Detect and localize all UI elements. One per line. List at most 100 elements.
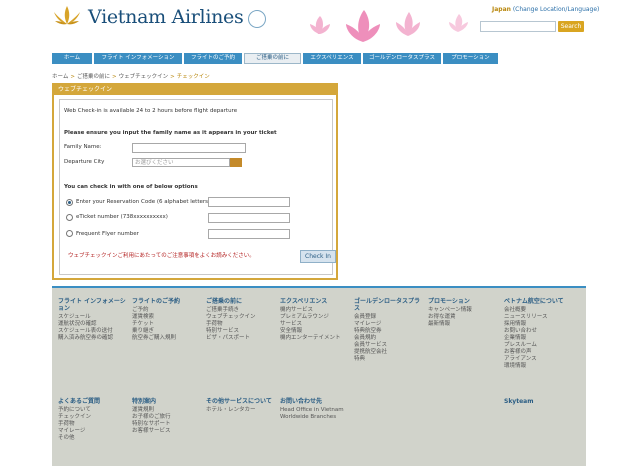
footer-link[interactable]: お客様の声 [504, 349, 574, 356]
reservation-code-input[interactable] [208, 197, 290, 207]
breadcrumb-link[interactable]: ウェブチェックイン [119, 74, 169, 80]
search-input[interactable] [480, 21, 556, 32]
footer-link[interactable]: 機内エンターテイメント [280, 335, 350, 342]
skyteam-badge-icon [248, 10, 266, 28]
footer-link[interactable]: ご搭乗手続き [206, 307, 276, 314]
footer-link[interactable]: Worldwide Branches [280, 414, 350, 421]
notice-link[interactable]: ウェブチェックインご利用にあたってのご注意事項をよくお読みください。 [68, 251, 255, 259]
breadcrumb: ホーム > ご搭乗の前に > ウェブチェックイン > チェックイン [52, 72, 210, 80]
language-selector[interactable]: Japan (Change Location/Language) [492, 6, 599, 13]
footer-link[interactable]: チェックイン [58, 414, 128, 421]
search-button[interactable]: Search [558, 21, 584, 32]
footer-heading[interactable]: ご搭乗の前に [206, 298, 276, 305]
footer-heading[interactable]: プロモーション [428, 298, 498, 305]
footer-heading[interactable]: よくあるご質問 [58, 398, 128, 405]
frequent-flyer-input[interactable] [208, 229, 290, 239]
footer-link[interactable]: 会社概要 [504, 307, 574, 314]
footer-link[interactable]: 特別サービス [206, 328, 276, 335]
footer-link[interactable]: キャンペーン情報 [428, 307, 498, 314]
change-language-link[interactable]: (Change Location/Language) [513, 6, 600, 13]
footer-link[interactable]: 会員サービス [354, 342, 424, 349]
family-name-input[interactable] [132, 143, 246, 153]
footer-link[interactable]: プレスルーム [504, 342, 574, 349]
breadcrumb-separator-icon: > [170, 74, 175, 80]
footer-link[interactable]: スケジュール [58, 314, 128, 321]
nav-item-4[interactable]: エクスペリエンス [303, 53, 361, 64]
footer-link[interactable]: ニュースリリース [504, 314, 574, 321]
footer-link[interactable]: 会員登録 [354, 314, 424, 321]
main-nav: ホーム フライト インフォメーション フライトのご予約 ご搭乗の前に エクスペリエンスゴ… [52, 53, 500, 64]
footer-link[interactable]: お得な運賃 [428, 314, 498, 321]
eticket-input[interactable] [208, 213, 290, 223]
footer-link[interactable]: チケット [132, 321, 202, 328]
footer-link[interactable]: 最新情報 [428, 321, 498, 328]
footer-link[interactable]: 乗り継ぎ [132, 328, 202, 335]
footer-link[interactable]: 手荷物 [58, 421, 128, 428]
footer-link[interactable]: サービス [280, 321, 350, 328]
footer-link[interactable]: ご予約 [132, 307, 202, 314]
footer-link[interactable]: 機内サービス [280, 307, 350, 314]
lotus-logo-icon[interactable] [52, 4, 82, 28]
footer-link[interactable]: お問い合わせ [504, 328, 574, 335]
footer-link[interactable]: 運賃検索 [132, 314, 202, 321]
footer-link[interactable]: ビザ・パスポート [206, 335, 276, 342]
radio-reservation-code[interactable] [66, 199, 73, 206]
footer-link[interactable]: スケジュール表の送付 [58, 328, 128, 335]
footer-link[interactable]: プレミアムラウンジ [280, 314, 350, 321]
departure-city-select[interactable]: お選びください [132, 158, 230, 167]
footer-link[interactable]: 航空券ご購入規則 [132, 335, 202, 342]
footer-link[interactable]: ウェブチェックイン [206, 314, 276, 321]
footer-link[interactable]: 環境情報 [504, 363, 574, 370]
footer-link[interactable]: 予約について [58, 407, 128, 414]
departure-dropdown-button[interactable] [230, 158, 242, 167]
footer-link[interactable]: 特別なサポート [132, 421, 202, 428]
footer-heading[interactable]: その他サービスについて [206, 398, 276, 405]
footer-link[interactable]: 企業情報 [504, 335, 574, 342]
checkin-button[interactable]: Check In [300, 250, 336, 263]
footer-link[interactable]: アライアンス [504, 356, 574, 363]
footer-heading[interactable]: お問い合わせ先 [280, 398, 350, 405]
breadcrumb-link[interactable]: ご搭乗の前に [77, 74, 110, 80]
footer-column-1-5: プロモーション キャンペーン情報 お得な運賃 最新情報 [428, 298, 498, 328]
footer-column-2-0: よくあるご質問 予約について チェックイン 手荷物 マイレージ その他 [58, 398, 128, 442]
footer-column-1-6: ベトナム航空について 会社概要 ニュースリリース 採用情報 お問い合わせ 企業情報 プレスル… [504, 298, 574, 370]
footer-column-1-2: ご搭乗の前に ご搭乗手続き ウェブチェックイン 手荷物 特別サービス ビザ・パスポート [206, 298, 276, 342]
footer-link[interactable]: 安全情報 [280, 328, 350, 335]
footer-link[interactable]: マイレージ [58, 428, 128, 435]
footer-heading[interactable]: 特別案内 [132, 398, 202, 405]
footer-heading[interactable]: ベトナム航空について [504, 298, 574, 305]
departure-city-label: Departure City [64, 159, 105, 165]
nav-item-0[interactable]: ホーム [52, 53, 92, 64]
footer-link[interactable]: Head Office in Vietnam [280, 407, 350, 414]
nav-item-3[interactable]: ご搭乗の前に [244, 53, 301, 64]
footer-link[interactable]: その他 [58, 435, 128, 442]
footer-link[interactable]: 特典 [354, 356, 424, 363]
footer-heading[interactable]: Skyteam [504, 398, 574, 405]
footer-link[interactable]: 提携航空会社 [354, 349, 424, 356]
footer-link[interactable]: 手荷物 [206, 321, 276, 328]
footer-heading[interactable]: フライト インフォメーション [58, 298, 128, 312]
brand-name[interactable]: Vietnam Airlines [88, 6, 244, 28]
footer-link[interactable]: 購入済み航空券の確認 [58, 335, 128, 342]
nav-item-5[interactable]: ゴールデンロータスプラス [363, 53, 441, 64]
footer-link[interactable]: 運賃規則 [132, 407, 202, 414]
footer-link[interactable]: 会員規約 [354, 335, 424, 342]
current-language[interactable]: Japan [492, 6, 511, 13]
footer-heading[interactable]: エクスペリエンス [280, 298, 350, 305]
footer-link[interactable]: お子様のご旅行 [132, 414, 202, 421]
site-header: Vietnam Airlines Japan (Change Location/… [0, 0, 640, 50]
footer-link[interactable]: 特典航空券 [354, 328, 424, 335]
radio-eticket[interactable] [66, 214, 73, 221]
footer-heading[interactable]: フライトのご予約 [132, 298, 202, 305]
radio-frequent-flyer[interactable] [66, 230, 73, 237]
footer-link[interactable]: 運航状況の確認 [58, 321, 128, 328]
footer-link[interactable]: お客様サービス [132, 428, 202, 435]
nav-item-2[interactable]: フライトのご予約 [184, 53, 242, 64]
nav-item-1[interactable]: フライト インフォメーション [94, 53, 182, 64]
nav-item-6[interactable]: プロモーション [443, 53, 498, 64]
breadcrumb-link[interactable]: ホーム [52, 74, 68, 80]
footer-link[interactable]: ホテル・レンタカー [206, 407, 276, 414]
footer-heading[interactable]: ゴールデンロータスプラス [354, 298, 424, 312]
footer-link[interactable]: マイレージ [354, 321, 424, 328]
footer-link[interactable]: 採用情報 [504, 321, 574, 328]
